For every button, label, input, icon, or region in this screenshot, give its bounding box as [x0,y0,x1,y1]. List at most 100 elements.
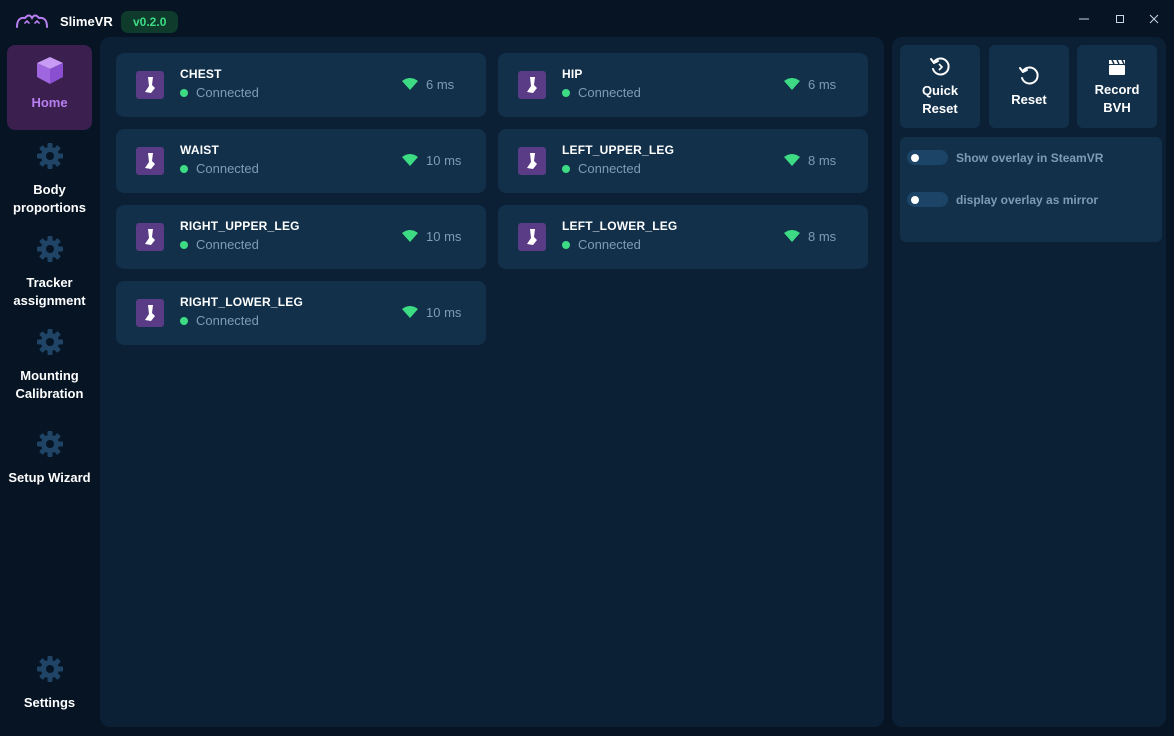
tracker-status: Connected [562,85,641,100]
sidebar-item-label: Calibration [15,386,84,401]
gear-icon [36,656,63,682]
wifi-signal-icon [402,78,418,90]
tracker-card-right-upper-leg[interactable]: RIGHT_UPPER_LEG Connected 10 ms [116,205,486,269]
status-dot [562,240,570,249]
sidebar-item-settings[interactable]: Settings [7,654,92,716]
title-bar: SlimeVR v0.2.0 [0,0,1174,40]
overlay-mirror-toggle[interactable] [907,192,948,207]
maximize-button[interactable] [1110,10,1130,28]
overlay-mirror-label: display overlay as mirror [956,192,1099,207]
tracker-status: Connected [180,161,259,176]
sidebar-item-label: Mounting [20,368,79,383]
status-text: Connected [578,85,641,100]
tracker-name: WAIST [180,143,219,157]
status-text: Connected [196,161,259,176]
tracker-status: Connected [180,237,259,252]
tracker-ping: 10 ms [426,229,462,244]
cube-icon [36,57,63,84]
overlay-settings: Show overlay in SteamVR display overlay … [900,137,1162,242]
tracker-card-left-lower-leg[interactable]: LEFT_LOWER_LEG Connected 8 ms [498,205,868,269]
tracker-card-right-lower-leg[interactable]: RIGHT_LOWER_LEG Connected 10 ms [116,281,486,345]
status-dot [180,316,188,325]
show-overlay-steamvr-toggle[interactable] [907,150,948,165]
tracker-card-waist[interactable]: WAIST Connected 10 ms [116,129,486,193]
status-dot [180,164,188,173]
status-text: Connected [196,313,259,328]
wifi-signal-icon [402,154,418,166]
close-button[interactable] [1144,10,1164,28]
reset-label: Reset [1011,91,1047,107]
sidebar-item-body-proportions[interactable]: Body proportions [7,141,92,221]
tracker-icon [136,223,164,251]
sidebar-item-label: Setup Wizard [8,470,91,485]
tracker-card-left-upper-leg[interactable]: LEFT_UPPER_LEG Connected 8 ms [498,129,868,193]
tracker-icon [518,71,546,99]
wifi-signal-icon [402,230,418,242]
sidebar-item-home[interactable]: Home [7,45,92,130]
show-overlay-steamvr-row[interactable]: Show overlay in SteamVR [907,150,1103,165]
tracker-icon [136,299,164,327]
tracker-name: LEFT_UPPER_LEG [562,143,675,157]
tracker-status: Connected [562,237,641,252]
close-icon [1149,14,1159,24]
wifi-signal-icon [402,306,418,318]
tracker-status: Connected [180,313,259,328]
gear-icon [36,329,63,355]
quick-reset-icon [930,57,950,75]
tracker-name: LEFT_LOWER_LEG [562,219,678,233]
tracker-ping: 6 ms [426,77,455,92]
gear-icon [36,431,63,457]
sidebar-item-label: Settings [23,695,76,710]
tracker-icon [518,147,546,175]
tracker-ping: 8 ms [808,153,837,168]
sidebar-item-label: Tracker [26,275,73,290]
quick-reset-button[interactable]: Quick Reset [900,45,980,128]
record-bvh-label: Record BVH [1094,81,1140,115]
reset-icon [1019,66,1039,84]
quick-reset-label: Quick Reset [921,82,959,116]
gear-icon [36,236,63,262]
sidebar-item-setup-wizard[interactable]: Setup Wizard [7,429,92,491]
sidebar-item-label: Body [33,182,66,197]
tracker-list-panel: CHEST Connected 6 ms HIP Connected 6 ms … [100,37,884,727]
tracker-icon [136,71,164,99]
sidebar-item-tracker-assignment[interactable]: Tracker assignment [7,234,92,314]
status-text: Connected [578,237,641,252]
version-badge: v0.2.0 [121,11,179,33]
tracker-ping: 8 ms [808,229,837,244]
sidebar-item-mounting-calibration[interactable]: Mounting Calibration [7,327,92,407]
minimize-icon [1079,18,1089,20]
overlay-mirror-row[interactable]: display overlay as mirror [907,192,1098,207]
tracker-status: Connected [562,161,641,176]
tracker-name: HIP [562,67,583,81]
status-dot [180,240,188,249]
minimize-button[interactable] [1074,10,1094,28]
status-dot [562,88,570,97]
status-text: Connected [578,161,641,176]
wifi-signal-icon [784,78,800,90]
tracker-ping: 10 ms [426,153,462,168]
gear-icon [36,143,63,169]
tracker-name: RIGHT_UPPER_LEG [180,219,300,233]
tracker-status: Connected [180,85,259,100]
tracker-card-chest[interactable]: CHEST Connected 6 ms [116,53,486,117]
reset-button[interactable]: Reset [989,45,1069,128]
maximize-icon [1116,15,1124,23]
status-dot [562,164,570,173]
clapperboard-icon [1109,59,1125,75]
status-text: Connected [196,237,259,252]
app-title: SlimeVR [60,14,113,29]
record-bvh-button[interactable]: Record BVH [1077,45,1157,128]
tracker-name: RIGHT_LOWER_LEG [180,295,304,309]
tracker-ping: 6 ms [808,77,837,92]
sidebar-item-label: assignment [13,293,86,308]
show-overlay-steamvr-label: Show overlay in SteamVR [956,150,1104,165]
tracker-card-hip[interactable]: HIP Connected 6 ms [498,53,868,117]
actions-panel: Quick Reset Reset Record BVH Show overlay … [892,37,1166,727]
tracker-name: CHEST [180,67,222,81]
status-text: Connected [196,85,259,100]
tracker-icon [518,223,546,251]
sidebar-item-label: proportions [13,200,86,215]
sidebar-item-label: Home [31,95,68,110]
wifi-signal-icon [784,230,800,242]
